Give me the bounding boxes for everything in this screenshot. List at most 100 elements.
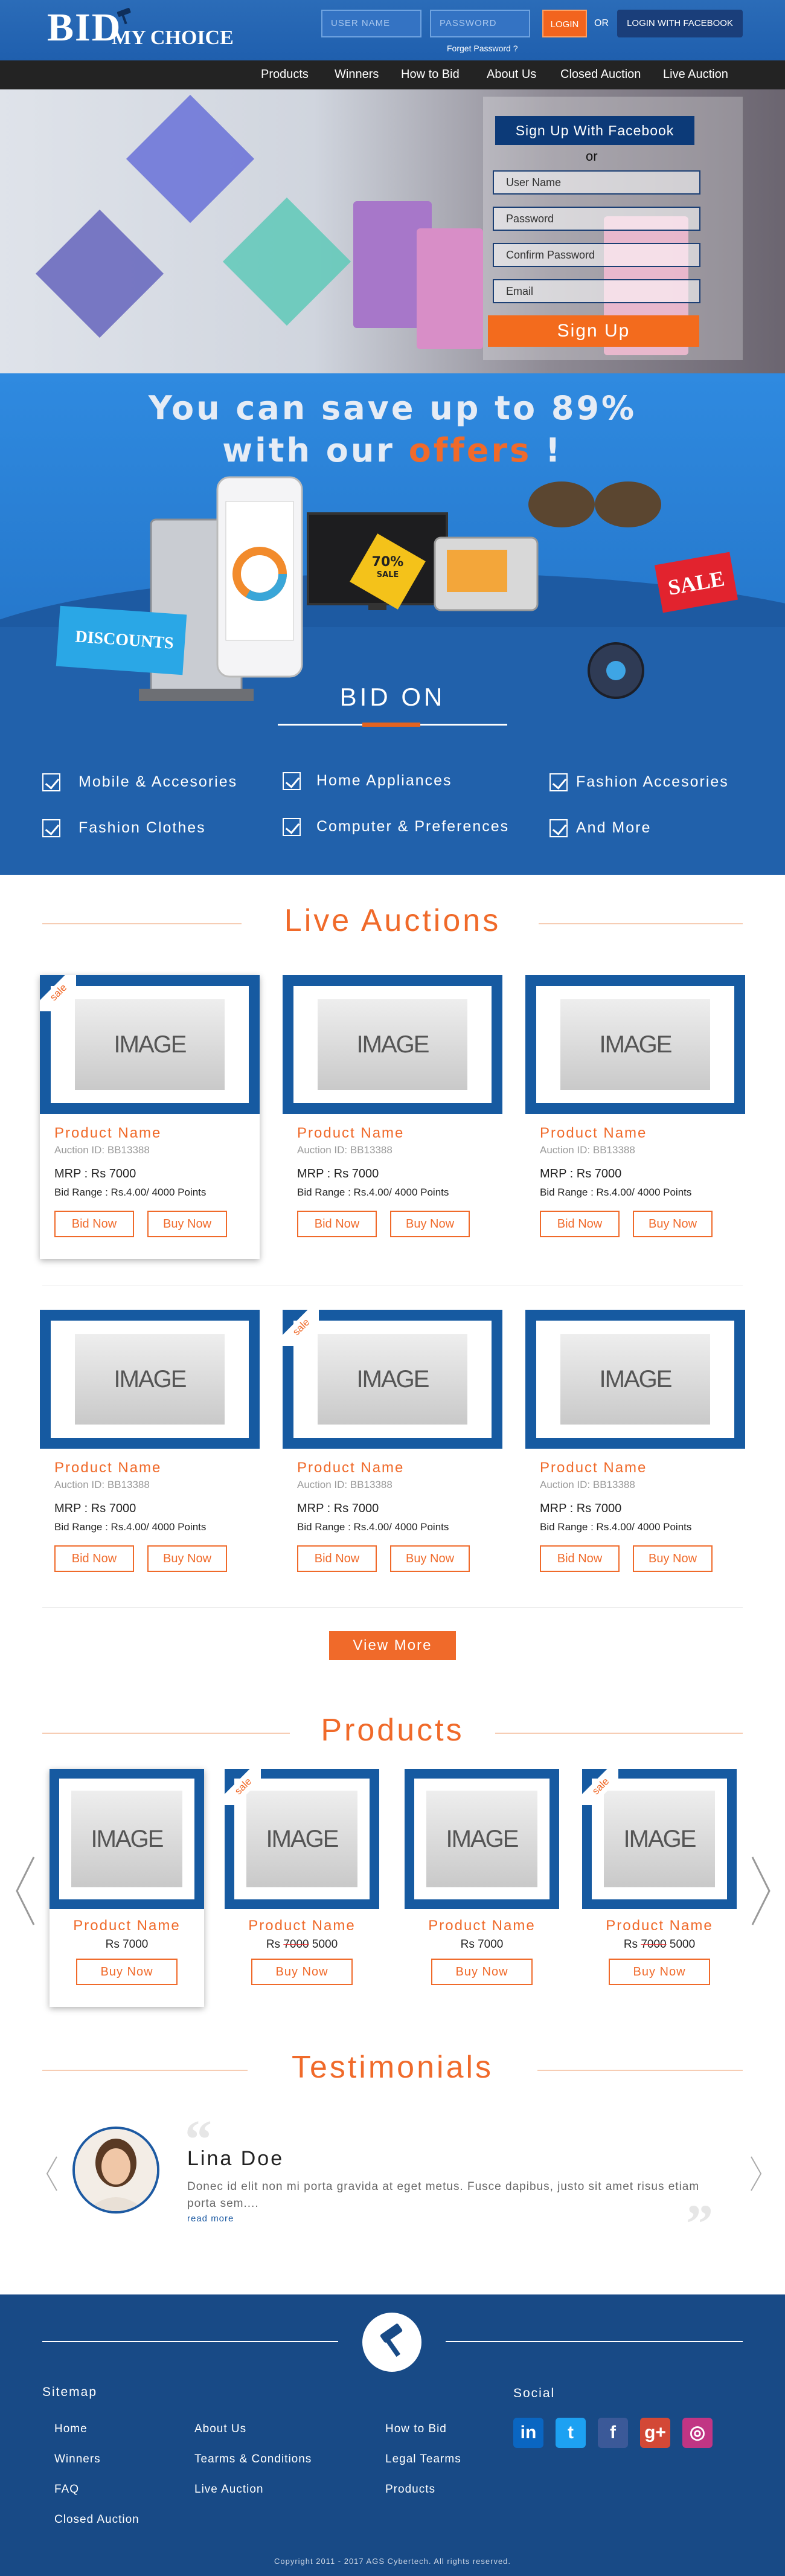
buy-now-button[interactable]: Buy Now <box>633 1211 713 1237</box>
product-card[interactable]: IMAGE sale Product Name Rs 7000 5000 Buy Now <box>225 1769 379 2007</box>
product-image-placeholder[interactable]: IMAGE <box>560 999 710 1090</box>
auction-card[interactable]: IMAGE sale Product Name Auction ID: BB13388… <box>283 1310 502 1594</box>
footer-link-winners[interactable]: Winners <box>54 2453 101 2466</box>
password-input[interactable]: PASSWORD <box>430 10 530 37</box>
bid-now-button[interactable]: Bid Now <box>54 1211 134 1237</box>
product-image-placeholder[interactable]: IMAGE <box>318 1334 467 1425</box>
auction-card[interactable]: IMAGE sale Product Name Auction ID: BB13388… <box>40 975 260 1259</box>
top-header: BID MY CHOICE USER NAME PASSWORD LOGIN O… <box>0 0 785 60</box>
footer-link-faq[interactable]: FAQ <box>54 2483 79 2496</box>
footer-link-home[interactable]: Home <box>54 2423 88 2436</box>
product-mrp: MRP : Rs 7000 <box>54 1502 136 1515</box>
google-plus-icon[interactable]: g+ <box>640 2418 670 2448</box>
footer-link-legal-terms[interactable]: Legal Tearms <box>385 2453 461 2466</box>
footer-link-closed-auction[interactable]: Closed Auction <box>54 2513 139 2526</box>
product-name[interactable]: Product Name <box>540 1125 647 1142</box>
footer-divider <box>42 2341 338 2342</box>
product-image-placeholder[interactable]: IMAGE <box>246 1791 357 1887</box>
footer-link-how-to-bid[interactable]: How to Bid <box>385 2423 447 2436</box>
product-name[interactable]: Product Name <box>405 1918 559 1934</box>
view-more-button[interactable]: View More <box>329 1631 456 1660</box>
chevron-right-icon[interactable] <box>749 2156 763 2192</box>
signup-username-field[interactable]: User Name <box>493 170 700 195</box>
offers-headline-accent: offers <box>408 431 532 469</box>
product-name[interactable]: Product Name <box>225 1918 379 1934</box>
testimonial-read-more-link[interactable]: read more <box>187 2214 234 2224</box>
footer-link-products[interactable]: Products <box>385 2483 435 2496</box>
product-image-placeholder[interactable]: IMAGE <box>426 1791 537 1887</box>
product-image-frame: IMAGE <box>405 1769 559 1909</box>
login-facebook-button[interactable]: LOGIN WITH FACEBOOK <box>617 10 743 37</box>
category-computer[interactable]: Computer & Preferences <box>316 818 509 836</box>
signup-facebook-button[interactable]: Sign Up With Facebook <box>495 116 694 145</box>
product-name[interactable]: Product Name <box>54 1125 161 1142</box>
nav-item-closed-auction[interactable]: Closed Auction <box>560 68 641 82</box>
category-mobile[interactable]: Mobile & Accesories <box>78 773 237 791</box>
buy-now-button[interactable]: Buy Now <box>147 1545 227 1572</box>
bid-on-heading: BID ON <box>339 683 446 711</box>
logo-bid[interactable]: BID <box>47 5 121 51</box>
login-button[interactable]: LOGIN <box>542 10 587 37</box>
buy-now-button[interactable]: Buy Now <box>251 1959 353 1985</box>
product-image-placeholder[interactable]: IMAGE <box>560 1334 710 1425</box>
product-name[interactable]: Product Name <box>54 1460 161 1476</box>
buy-now-button[interactable]: Buy Now <box>633 1545 713 1572</box>
nav-item-live-auction[interactable]: Live Auction <box>663 68 728 82</box>
username-input[interactable]: USER NAME <box>321 10 421 37</box>
product-card[interactable]: IMAGE Product Name Rs 7000 Buy Now <box>50 1769 204 2007</box>
bid-now-button[interactable]: Bid Now <box>297 1545 377 1572</box>
bid-now-button[interactable]: Bid Now <box>297 1211 377 1237</box>
footer-link-about-us[interactable]: About Us <box>194 2423 246 2436</box>
product-image-placeholder[interactable]: IMAGE <box>75 1334 225 1425</box>
bid-now-button[interactable]: Bid Now <box>540 1211 620 1237</box>
buy-now-button[interactable]: Buy Now <box>431 1959 533 1985</box>
product-card[interactable]: IMAGE Product Name Rs 7000 Buy Now <box>405 1769 559 2007</box>
product-image-placeholder[interactable]: IMAGE <box>75 999 225 1090</box>
buy-now-button[interactable]: Buy Now <box>147 1211 227 1237</box>
product-name[interactable]: Product Name <box>582 1918 737 1934</box>
buy-now-button[interactable]: Buy Now <box>76 1959 178 1985</box>
footer-link-live-auction[interactable]: Live Auction <box>194 2483 263 2496</box>
buy-now-button[interactable]: Buy Now <box>390 1545 470 1572</box>
auction-card[interactable]: IMAGE Product Name Auction ID: BB13388 MRP … <box>525 975 745 1259</box>
product-image-placeholder[interactable]: IMAGE <box>71 1791 182 1887</box>
product-name[interactable]: Product Name <box>540 1460 647 1476</box>
product-image-frame: IMAGE <box>50 1769 204 1909</box>
product-name[interactable]: Product Name <box>297 1125 404 1142</box>
footer-link-terms[interactable]: Tearms & Conditions <box>194 2453 312 2466</box>
checkbox-icon <box>283 772 301 790</box>
category-and-more[interactable]: And More <box>576 819 651 837</box>
nav-item-how-to-bid[interactable]: How to Bid <box>401 68 460 82</box>
signup-submit-button[interactable]: Sign Up <box>488 315 699 347</box>
buy-now-button[interactable]: Buy Now <box>609 1959 710 1985</box>
product-card[interactable]: IMAGE sale Product Name Rs 7000 5000 Buy Now <box>582 1769 737 2007</box>
category-fashion-accesories[interactable]: Fashion Accesories <box>576 773 729 791</box>
chevron-left-icon[interactable] <box>13 1855 37 1927</box>
signup-email-field[interactable]: Email <box>493 279 700 303</box>
bid-now-button[interactable]: Bid Now <box>540 1545 620 1572</box>
chevron-left-icon[interactable] <box>45 2156 59 2192</box>
signup-confirm-password-field[interactable]: Confirm Password <box>493 243 700 267</box>
product-name[interactable]: Product Name <box>297 1460 404 1476</box>
nav-item-winners[interactable]: Winners <box>335 68 379 82</box>
chevron-right-icon[interactable] <box>749 1855 773 1927</box>
nav-item-products[interactable]: Products <box>261 68 309 82</box>
facebook-icon[interactable]: f <box>598 2418 628 2448</box>
linkedin-icon[interactable]: in <box>513 2418 543 2448</box>
nav-item-about-us[interactable]: About Us <box>487 68 536 82</box>
forgot-password-link[interactable]: Forget Password ? <box>447 43 518 53</box>
auction-card[interactable]: IMAGE Product Name Auction ID: BB13388 MRP … <box>525 1310 745 1594</box>
product-image-placeholder[interactable]: IMAGE <box>318 999 467 1090</box>
auction-card[interactable]: IMAGE Product Name Auction ID: BB13388 MRP … <box>40 1310 260 1594</box>
category-home-appliances[interactable]: Home Appliances <box>316 772 452 790</box>
product-name[interactable]: Product Name <box>50 1918 204 1934</box>
signup-password-field[interactable]: Password <box>493 207 700 231</box>
instagram-icon[interactable]: ◎ <box>682 2418 713 2448</box>
bid-now-button[interactable]: Bid Now <box>54 1545 134 1572</box>
category-fashion-clothes[interactable]: Fashion Clothes <box>78 819 206 837</box>
auction-card[interactable]: IMAGE Product Name Auction ID: BB13388 MRP … <box>283 975 502 1259</box>
products-title: Products <box>321 1713 464 1748</box>
twitter-icon[interactable]: t <box>556 2418 586 2448</box>
product-image-placeholder[interactable]: IMAGE <box>604 1791 715 1887</box>
buy-now-button[interactable]: Buy Now <box>390 1211 470 1237</box>
